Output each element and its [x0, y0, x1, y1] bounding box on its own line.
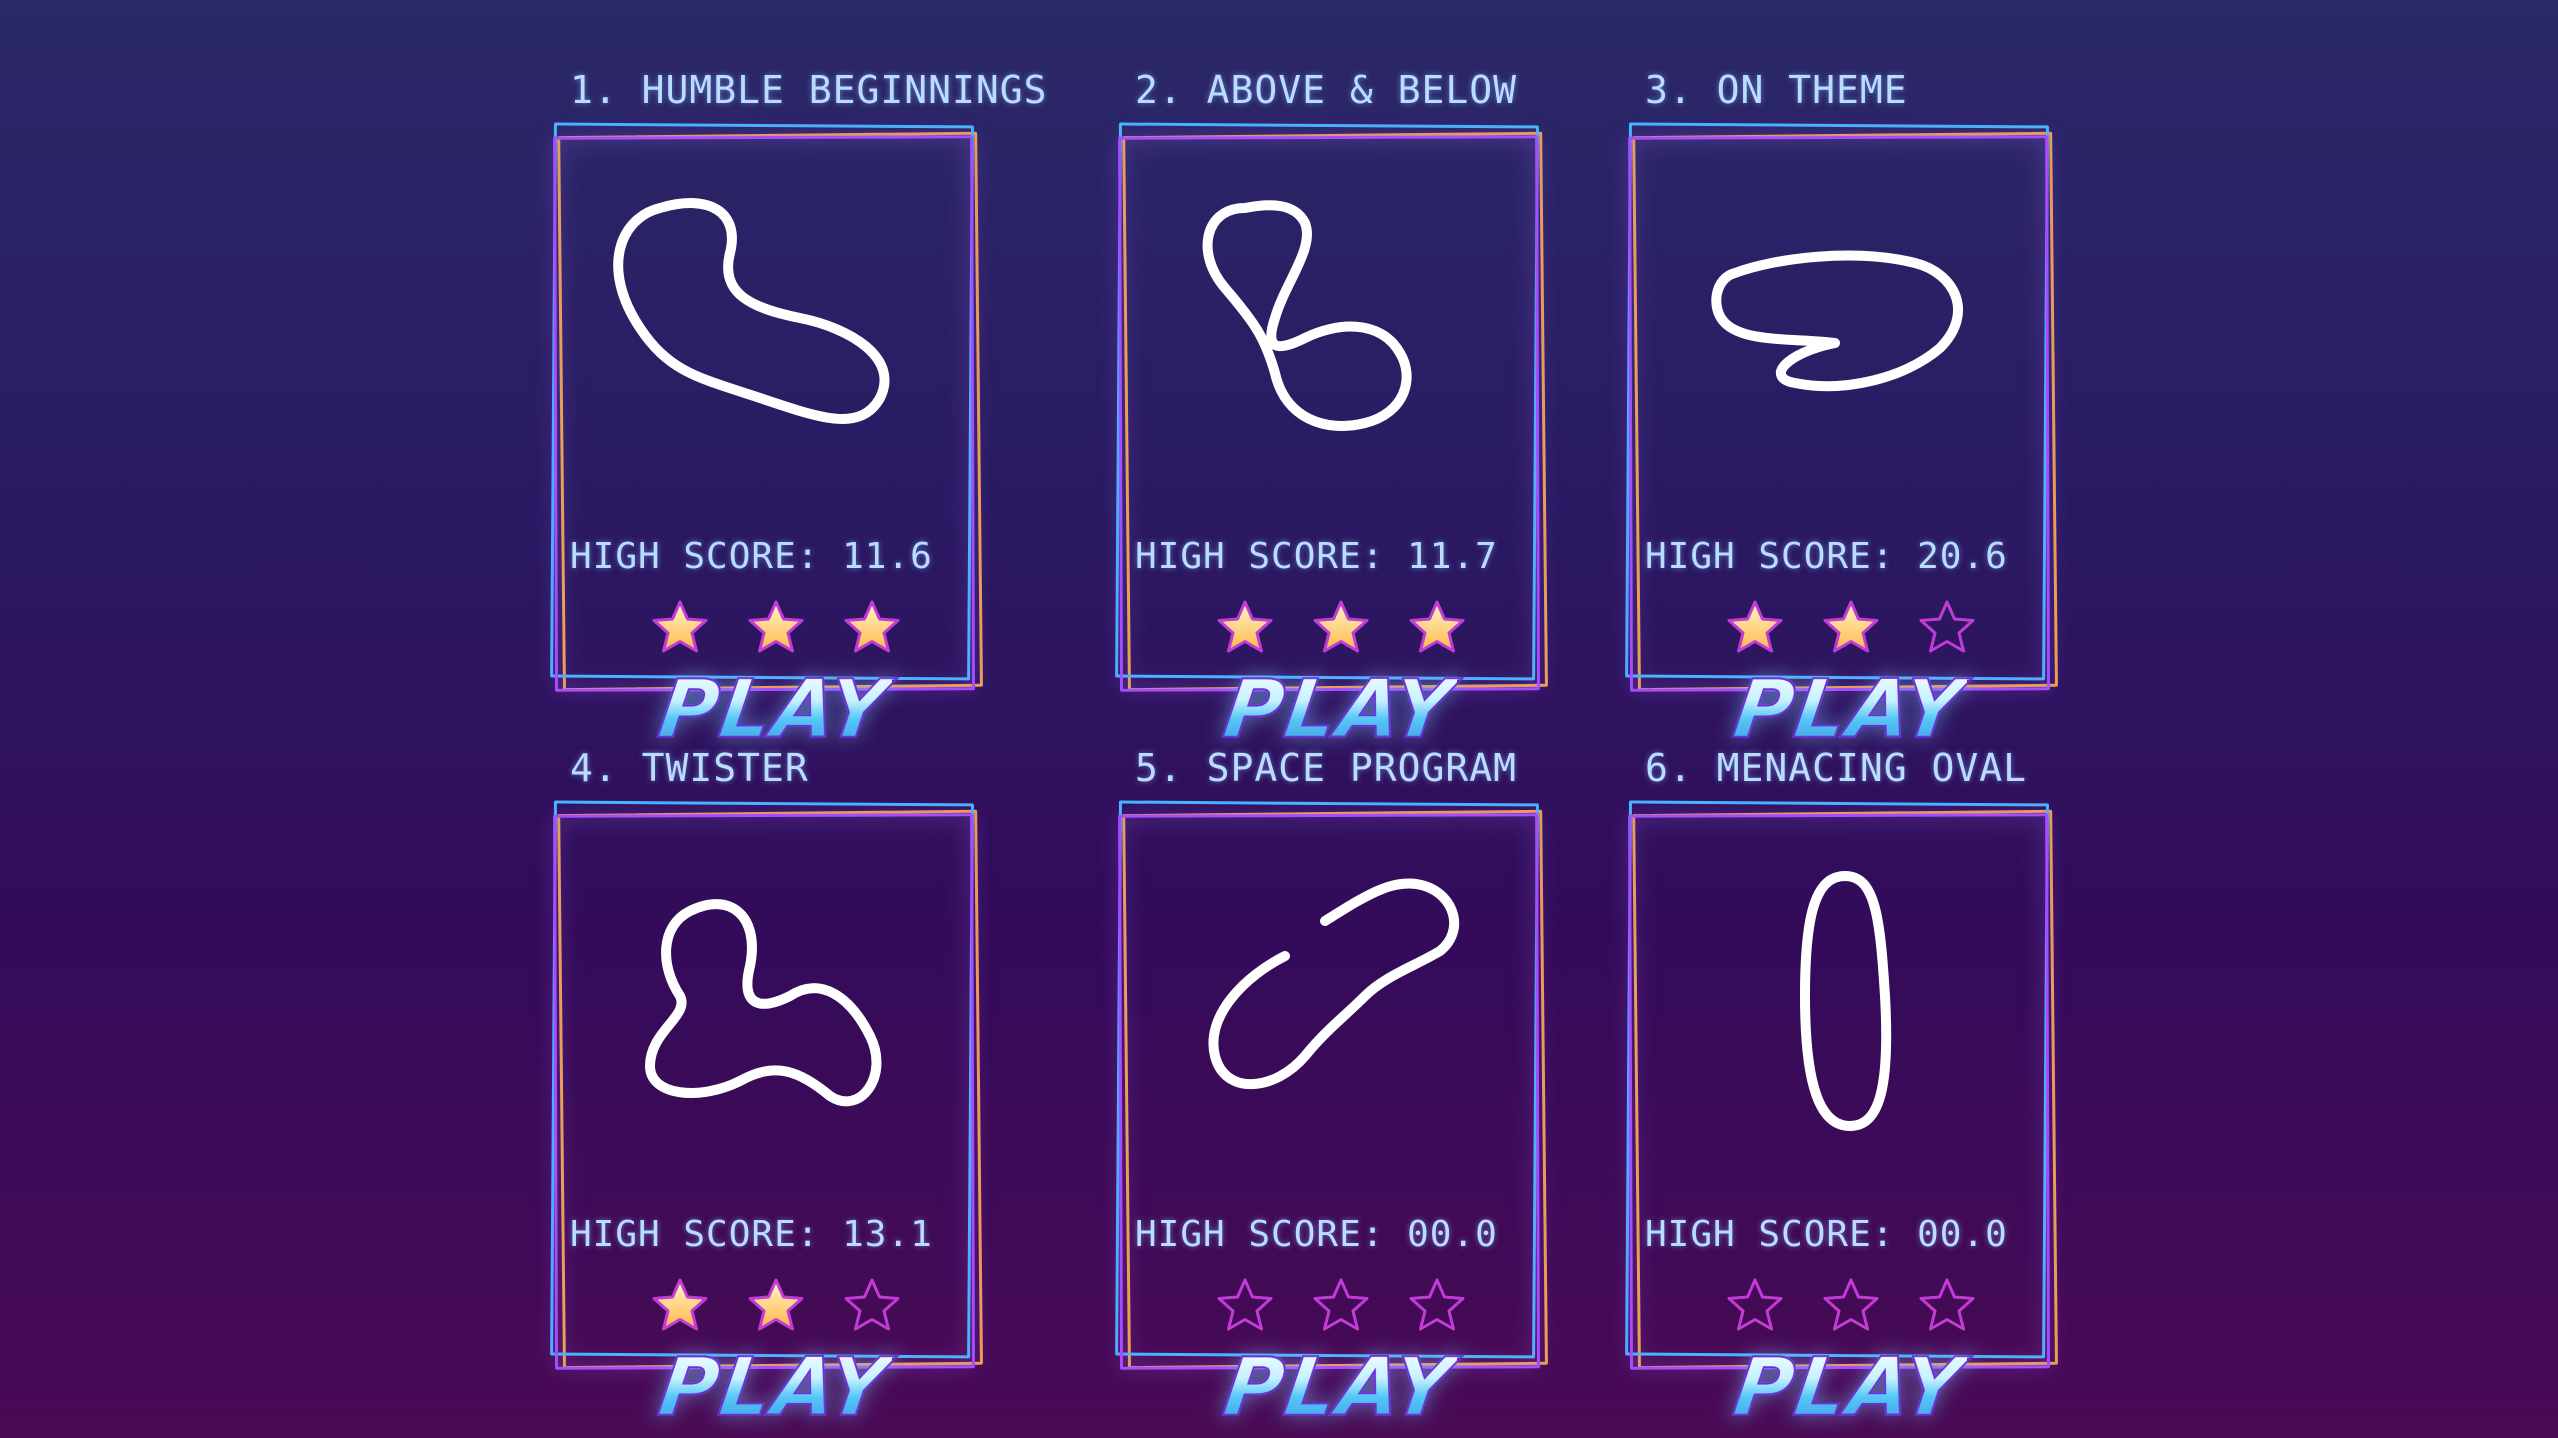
track-preview	[1202, 200, 1412, 431]
track-preview	[1208, 878, 1460, 1090]
star-filled-icon	[1407, 598, 1467, 658]
level-card-3: 3. ON THEME HIGH SCORE: 20.6 PLAY	[1625, 68, 2085, 757]
level-title: 6. MENACING OVAL	[1645, 746, 2028, 790]
high-score: HIGH SCORE: 11.6	[570, 536, 933, 577]
star-rating	[1725, 1276, 1977, 1336]
level-title: 4. TWISTER	[570, 746, 809, 790]
star-rating	[650, 598, 902, 658]
play-button[interactable]: PLAY	[1727, 1340, 1970, 1435]
star-filled-icon	[1821, 598, 1881, 658]
star-empty-icon	[1215, 1276, 1275, 1336]
high-score: HIGH SCORE: 11.7	[1135, 536, 1498, 577]
star-empty-icon	[1407, 1276, 1467, 1336]
play-button[interactable]: PLAY	[1727, 662, 1970, 757]
level-card-2: 2. ABOVE & BELOW HIGH SCORE: 11.7 PLAY	[1115, 68, 1575, 757]
track-preview	[1800, 871, 1892, 1131]
star-rating	[1725, 598, 1977, 658]
star-filled-icon	[1311, 598, 1371, 658]
level-title: 1. HUMBLE BEGINNINGS	[570, 68, 1048, 112]
star-filled-icon	[650, 598, 710, 658]
star-empty-icon	[842, 1276, 902, 1336]
star-filled-icon	[1725, 598, 1785, 658]
track-preview	[613, 198, 890, 424]
star-filled-icon	[650, 1276, 710, 1336]
level-card-4: 4. TWISTER HIGH SCORE: 13.1 PLAY	[550, 746, 1010, 1435]
star-rating	[1215, 598, 1467, 658]
star-filled-icon	[746, 598, 806, 658]
level-card-1: 1. HUMBLE BEGINNINGS HIGH SCORE: 11.6 PL…	[550, 68, 1047, 757]
high-score: HIGH SCORE: 00.0	[1645, 1214, 2008, 1255]
star-empty-icon	[1725, 1276, 1785, 1336]
level-card-6: 6. MENACING OVAL HIGH SCORE: 00.0 PLAY	[1625, 746, 2085, 1435]
star-empty-icon	[1917, 1276, 1977, 1336]
star-rating	[1215, 1276, 1467, 1336]
star-empty-icon	[1821, 1276, 1881, 1336]
level-title: 5. SPACE PROGRAM	[1135, 746, 1518, 790]
high-score: HIGH SCORE: 00.0	[1135, 1214, 1498, 1255]
play-button[interactable]: PLAY	[652, 662, 895, 757]
star-empty-icon	[1917, 598, 1977, 658]
level-title: 2. ABOVE & BELOW	[1135, 68, 1518, 112]
star-filled-icon	[842, 598, 902, 658]
level-title: 3. ON THEME	[1645, 68, 1908, 112]
track-preview	[645, 899, 882, 1107]
high-score: HIGH SCORE: 20.6	[1645, 536, 2008, 577]
star-rating	[650, 1276, 902, 1336]
track-preview	[1711, 250, 1963, 392]
star-filled-icon	[746, 1276, 806, 1336]
play-button[interactable]: PLAY	[652, 1340, 895, 1435]
play-button[interactable]: PLAY	[1217, 1340, 1460, 1435]
level-card-5: 5. SPACE PROGRAM HIGH SCORE: 00.0 PLAY	[1115, 746, 1575, 1435]
star-filled-icon	[1215, 598, 1275, 658]
play-button[interactable]: PLAY	[1217, 662, 1460, 757]
star-empty-icon	[1311, 1276, 1371, 1336]
high-score: HIGH SCORE: 13.1	[570, 1214, 933, 1255]
